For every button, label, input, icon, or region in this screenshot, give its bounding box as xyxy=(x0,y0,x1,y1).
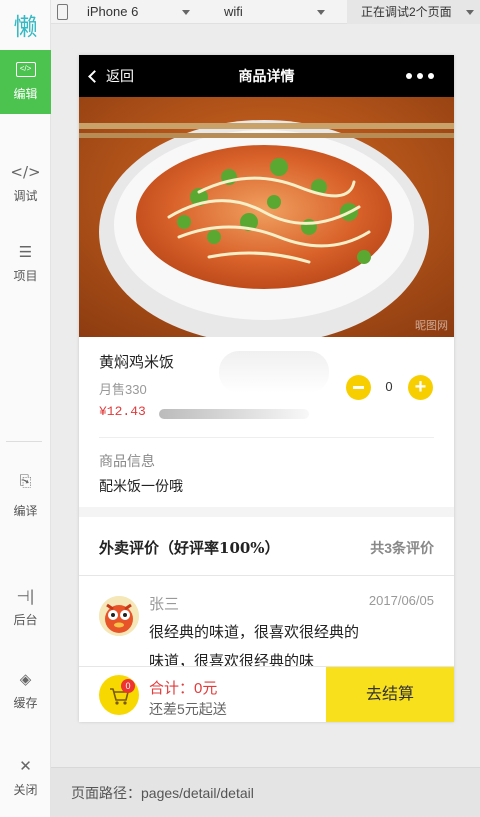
chevron-down-icon xyxy=(317,10,325,15)
sidebar-divider xyxy=(6,441,42,442)
ide-sidebar: 懒 </> 编辑 </> 调试 ☰ 项目 ⎘ 编译 ⊣| 后台 ◈ 缓存 ✕ 关… xyxy=(0,0,51,817)
app-logo: 懒 xyxy=(13,12,38,41)
review-text: 很经典的味道，很喜欢很经典的味道，很喜欢很经典的味 xyxy=(149,624,360,666)
layers-icon: ◈ xyxy=(19,670,32,688)
debug-code-icon: </> xyxy=(10,163,41,181)
decrease-quantity-button[interactable] xyxy=(346,375,371,400)
sidebar-item-label: 关闭 xyxy=(13,783,38,797)
nav-bar: 返回 商品详情 xyxy=(79,55,454,97)
device-select-value: iPhone 6 xyxy=(87,4,139,19)
reviews-header: 外卖评价（好评率100%） 共3条评价 xyxy=(79,517,454,576)
sidebar-item-label: 项目 xyxy=(13,269,38,283)
sidebar-item-label: 缓存 xyxy=(13,696,38,710)
chevron-down-icon xyxy=(466,10,474,15)
product-image: 昵图网 xyxy=(79,97,454,337)
product-info-card: 黄焖鸡米饭 月售330 ¥12.43 0 + 商品信息 配米饭一份哦 xyxy=(79,337,454,507)
close-icon: ✕ xyxy=(19,757,32,775)
checkout-button[interactable]: 去结算 xyxy=(326,667,454,722)
cart-badge: 0 xyxy=(121,679,135,693)
sidebar-item-backend[interactable]: ⊣| 后台 xyxy=(0,587,51,628)
reviews-count[interactable]: 共3条评价 xyxy=(370,538,434,558)
sidebar-item-label: 编译 xyxy=(13,504,38,518)
phone-icon xyxy=(57,4,68,20)
phone-simulator: 返回 商品详情 昵图网 黄焖鸡米饭 月售330 ¥12.43 0 + 商品信息 … xyxy=(79,55,454,722)
menu-lines-icon: ☰ xyxy=(18,243,33,261)
cart-total: 合计：0元 xyxy=(149,680,218,697)
sidebar-item-cache[interactable]: ◈ 缓存 xyxy=(0,670,51,711)
min-order-note: 还差5元起送 xyxy=(149,701,227,717)
image-watermark: 昵图网 xyxy=(415,320,448,332)
divider xyxy=(99,437,434,438)
code-box-icon: </> xyxy=(15,62,36,77)
review-user: 张三 xyxy=(149,596,180,613)
plus-icon: + xyxy=(414,376,427,398)
simulator-toolbar: iPhone 6 wifi 正在调试2个页面 xyxy=(51,0,480,24)
sidebar-item-label: 调试 xyxy=(13,189,38,203)
sidebar-item-edit[interactable]: </> 编辑 xyxy=(0,50,51,114)
review-date: 2017/06/05 xyxy=(368,593,434,608)
cart-button[interactable]: 0 xyxy=(99,675,139,715)
blur-overlay xyxy=(159,409,309,419)
blur-overlay xyxy=(219,351,329,393)
chevron-down-icon xyxy=(182,10,190,15)
sidebar-item-compile[interactable]: ⎘ 编译 xyxy=(0,472,51,519)
page-path-bar: 页面路径：pages/detail/detail xyxy=(51,767,480,817)
avatar-icon xyxy=(99,596,139,636)
sidebar-item-project[interactable]: ☰ 项目 xyxy=(0,243,51,284)
sidebar-item-debug[interactable]: </> 调试 xyxy=(0,163,51,204)
monthly-sales: 月售330 xyxy=(99,382,147,397)
debug-pages-select[interactable]: 正在调试2个页面 xyxy=(347,0,480,24)
increase-quantity-button[interactable]: + xyxy=(408,375,433,400)
goods-info-text: 配米饭一份哦 xyxy=(99,478,183,494)
network-select-value: wifi xyxy=(224,4,243,19)
minus-icon xyxy=(353,386,364,389)
food-bowl-illustration xyxy=(79,97,454,337)
cart-bar: 0 合计：0元 还差5元起送 去结算 xyxy=(79,666,454,722)
debug-pages-label: 正在调试2个页面 xyxy=(361,5,452,19)
more-menu-icon[interactable] xyxy=(406,73,434,79)
avatar xyxy=(99,596,139,636)
device-select[interactable]: iPhone 6 xyxy=(87,0,138,24)
sidebar-item-close[interactable]: ✕ 关闭 xyxy=(0,757,51,798)
quantity-value: 0 xyxy=(385,379,393,394)
compile-icon: ⎘ xyxy=(19,472,32,490)
reviews-title: 外卖评价（好评率100%） xyxy=(99,539,280,557)
product-price: ¥12.43 xyxy=(99,404,146,419)
network-select[interactable]: wifi xyxy=(224,0,243,24)
review-item: 张三 2017/06/05 很经典的味道，很喜欢很经典的味道，很喜欢很经典的味 xyxy=(79,576,454,666)
backend-icon: ⊣| xyxy=(16,587,35,605)
page-title: 商品详情 xyxy=(238,68,295,84)
product-name: 黄焖鸡米饭 xyxy=(99,354,175,371)
sidebar-item-label: 后台 xyxy=(13,613,38,627)
sidebar-item-label: 编辑 xyxy=(13,87,38,101)
goods-info-label: 商品信息 xyxy=(99,453,155,469)
